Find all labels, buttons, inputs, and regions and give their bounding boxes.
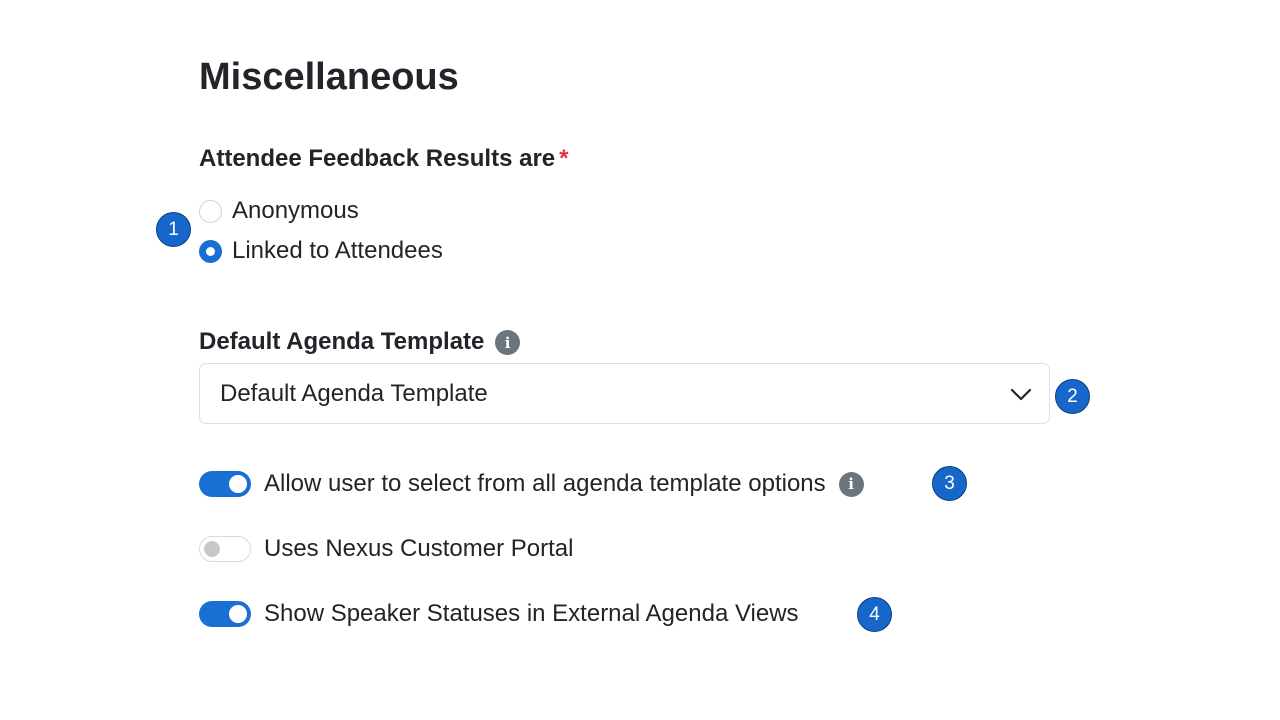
toggle-row-allow-all-templates: Allow user to select from all agenda tem… [199,466,864,502]
radio-anonymous-circle[interactable] [199,199,222,223]
toggle-nexus-portal[interactable] [199,536,251,562]
toggle-row-speaker-statuses: Show Speaker Statuses in External Agenda… [199,596,799,632]
toggle-nexus-portal-label: Uses Nexus Customer Portal [264,535,574,562]
radio-linked-to-attendees[interactable]: Linked to Attendees [199,235,443,267]
radio-linked-circle[interactable] [199,239,222,263]
feedback-label-text: Attendee Feedback Results are [199,145,556,172]
callout-badge-1: 1 [156,212,191,247]
agenda-template-label: Default Agenda Template i [199,327,521,357]
required-mark: * [559,145,569,172]
toggle-allow-all-templates-label: Allow user to select from all agenda tem… [264,470,826,497]
info-icon[interactable]: i [838,471,864,497]
radio-anonymous-label[interactable]: Anonymous [232,197,359,225]
agenda-template-select[interactable]: Default Agenda Template [199,363,1050,424]
radio-anonymous[interactable]: Anonymous [199,195,359,227]
callout-badge-2: 2 [1055,379,1090,414]
toggle-allow-all-templates[interactable] [199,471,251,497]
toggle-speaker-statuses-label: Show Speaker Statuses in External Agenda… [264,600,799,627]
feedback-label: Attendee Feedback Results are * [199,144,568,174]
toggle-speaker-statuses[interactable] [199,601,251,627]
section-title: Miscellaneous [199,56,459,98]
info-icon[interactable]: i [495,330,521,356]
callout-badge-3: 3 [932,466,967,501]
radio-linked-label[interactable]: Linked to Attendees [232,237,443,265]
toggle-row-nexus-portal: Uses Nexus Customer Portal [199,531,573,567]
agenda-template-select-value[interactable]: Default Agenda Template [220,380,1009,408]
agenda-template-label-text: Default Agenda Template [199,328,485,355]
settings-page: Miscellaneous Attendee Feedback Results … [0,0,1280,720]
callout-badge-4: 4 [857,597,892,632]
chevron-down-icon[interactable] [1009,382,1033,406]
